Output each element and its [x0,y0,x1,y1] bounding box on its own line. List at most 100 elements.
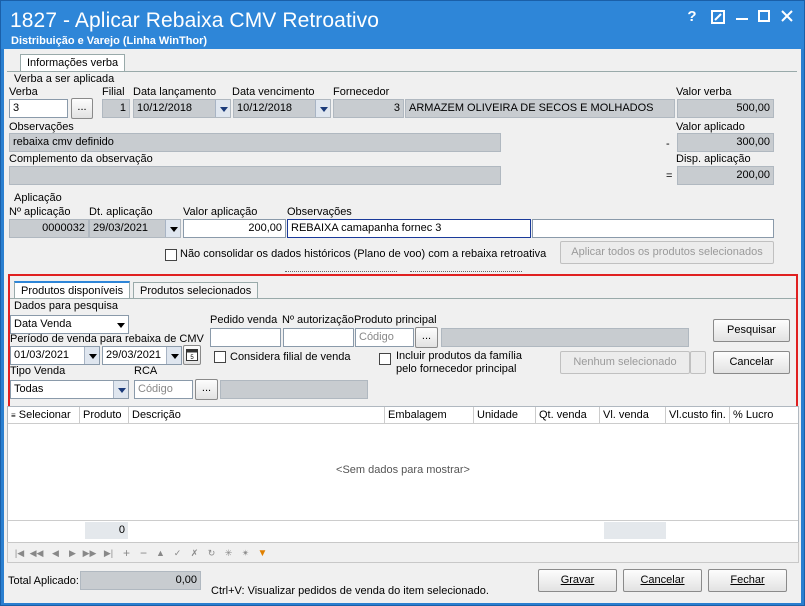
considera-filial-checkbox[interactable] [214,351,226,363]
valor-aplicacao-input[interactable]: 200,00 [183,219,286,238]
chevron-down-icon[interactable] [113,381,128,398]
grid-header-divider [8,423,798,424]
cancelar-button[interactable]: Cancelar [623,569,702,592]
chevron-down-icon[interactable] [84,347,99,364]
grid-col-vl-custo[interactable]: Vl.custo fin. [666,407,730,423]
nav-first-icon[interactable]: |◀ [12,546,27,561]
grid-col-vl-venda[interactable]: Vl. venda [600,407,666,423]
verba-input[interactable]: 3 [9,99,68,118]
nav-goto-bookmark-icon[interactable]: ✴ [238,546,253,561]
tipo-venda-select[interactable]: Todas [10,380,129,399]
nav-next-page-icon[interactable]: ▶▶ [82,546,97,561]
minimize-icon[interactable] [732,7,752,27]
fornecedor-code: 3 [333,99,404,118]
tab-informacoes-verba[interactable]: Informações verba [20,54,126,72]
gravar-button[interactable]: Gravar [538,569,617,592]
chevron-down-icon[interactable] [690,351,706,374]
obs-aplicacao-label: Observações [287,206,352,218]
nav-bookmark-icon[interactable]: ✳ [221,546,236,561]
pedido-venda-input[interactable] [210,328,281,347]
num-aplicacao-field: 0000032 [9,219,89,238]
nav-refresh-icon[interactable]: ↻ [204,546,219,561]
nao-consolidar-checkbox[interactable] [165,249,177,261]
chevron-down-icon[interactable] [165,220,180,237]
data-lancamento-value: 10/12/2018 [137,102,193,114]
grid-footer-sum [604,522,666,539]
nav-edit-icon[interactable]: ▲ [153,546,168,561]
grid-col-unidade[interactable]: Unidade [474,407,536,423]
filter-icon[interactable]: ▼ [255,546,270,561]
minus-sign: - [666,138,670,150]
chevron-down-icon[interactable] [113,316,128,333]
data-lancamento-label: Data lançamento [133,86,217,98]
equals-sign: = [666,170,673,182]
valor-verba-label: Valor verba [676,86,732,98]
grid-footer-divider [8,520,798,521]
rca-browse-button[interactable]: ... [195,379,218,400]
valor-aplicado-field: 300,00 [677,133,774,152]
data-vencimento-label: Data vencimento [232,86,315,98]
dt-aplicacao-value: 29/03/2021 [93,222,149,234]
produto-browse-button[interactable]: ... [415,327,438,348]
obs-aplicacao-input[interactable]: REBAIXA camapanha fornec 3 [287,219,531,238]
produto-principal-label: Produto principal [354,314,437,326]
total-aplicado-label: Total Aplicado: [8,575,79,587]
complemento-label: Complemento da observação [9,153,153,165]
disp-aplicacao-label: Disp. aplicação [676,153,751,165]
chevron-down-icon[interactable] [315,100,330,117]
cancelar-pesquisa-button[interactable]: Cancelar [713,351,790,374]
data-vencimento-field: 10/12/2018 [233,99,331,118]
grid-col-selecionar[interactable]: ≡ Selecionar [8,407,80,423]
grid-col-produto[interactable]: Produto [80,407,129,423]
tab-produtos-disponiveis[interactable]: Produtos disponíveis [14,281,131,299]
grid-menu-icon[interactable]: ≡ [11,411,16,420]
nav-post-icon[interactable]: ✓ [170,546,185,561]
help-icon[interactable]: ? [682,7,702,27]
grid-col-selecionar-label: Selecionar [18,409,71,421]
obs-aplicacao-extra[interactable] [532,219,774,238]
data-fim-field[interactable]: 29/03/2021 [102,346,182,365]
dt-aplicacao-label: Dt. aplicação [89,206,153,218]
grid-col-lucro[interactable]: % Lucro [730,407,798,423]
observacoes-field: rebaixa cmv definido [9,133,501,152]
nenhum-selecionado-dropdown[interactable]: Nenhum selecionado [560,351,690,374]
section-aplicacao: Aplicação [14,192,62,204]
autorizacao-input[interactable] [283,328,354,347]
data-fim-value: 29/03/2021 [106,349,162,361]
data-inicio-field[interactable]: 01/03/2021 [10,346,100,365]
close-icon[interactable] [777,7,797,27]
nav-prev-icon[interactable]: ◀ [48,546,63,561]
nav-last-icon[interactable]: ▶| [101,546,116,561]
valor-verba-field: 500,00 [677,99,774,118]
section-verba: Verba a ser aplicada [14,73,115,85]
rca-input[interactable]: Código [134,380,193,399]
nav-cancel-icon[interactable]: ✗ [187,546,202,561]
tab-produtos-selecionados[interactable]: Produtos selecionados [133,282,259,299]
aplicar-todos-button[interactable]: Aplicar todos os produtos selecionados [560,241,774,264]
tipo-pesquisa-select[interactable]: Data Venda [10,315,129,334]
grid-col-descricao[interactable]: Descrição [129,407,385,423]
maximize-icon[interactable] [754,7,774,27]
chevron-down-icon[interactable] [166,347,181,364]
incluir-familia-checkbox[interactable] [379,353,391,365]
fechar-button[interactable]: Fechar [708,569,787,592]
produto-principal-input[interactable]: Código [355,328,414,347]
pesquisar-button[interactable]: Pesquisar [713,319,790,342]
grid-col-embalagem[interactable]: Embalagem [385,407,474,423]
nao-consolidar-label: Não consolidar os dados históricos (Plan… [180,248,547,260]
grid-col-qt-venda[interactable]: Qt. venda [536,407,600,423]
verba-browse-button[interactable]: ... [71,98,93,119]
complemento-field [9,166,501,185]
nav-insert-icon[interactable]: + [119,546,134,561]
calendar-icon[interactable]: 5 [183,345,201,365]
restore-icon[interactable] [708,7,728,27]
disp-aplicacao-field: 200,00 [677,166,774,185]
grid-navigator: |◀ ◀◀ ◀ ▶ ▶▶ ▶| + − ▲ ✓ ✗ ↻ ✳ ✴ ▼ [7,542,799,563]
nav-prev-page-icon[interactable]: ◀◀ [29,546,44,561]
nav-next-icon[interactable]: ▶ [65,546,80,561]
nav-delete-icon[interactable]: − [136,546,151,561]
app-window: 1827 - Aplicar Rebaixa CMV Retroativo Di… [0,0,805,606]
data-lancamento-field: 10/12/2018 [133,99,231,118]
chevron-down-icon[interactable] [215,100,230,117]
footer-hint: Ctrl+V: Visualizar pedidos de venda do i… [211,585,489,597]
